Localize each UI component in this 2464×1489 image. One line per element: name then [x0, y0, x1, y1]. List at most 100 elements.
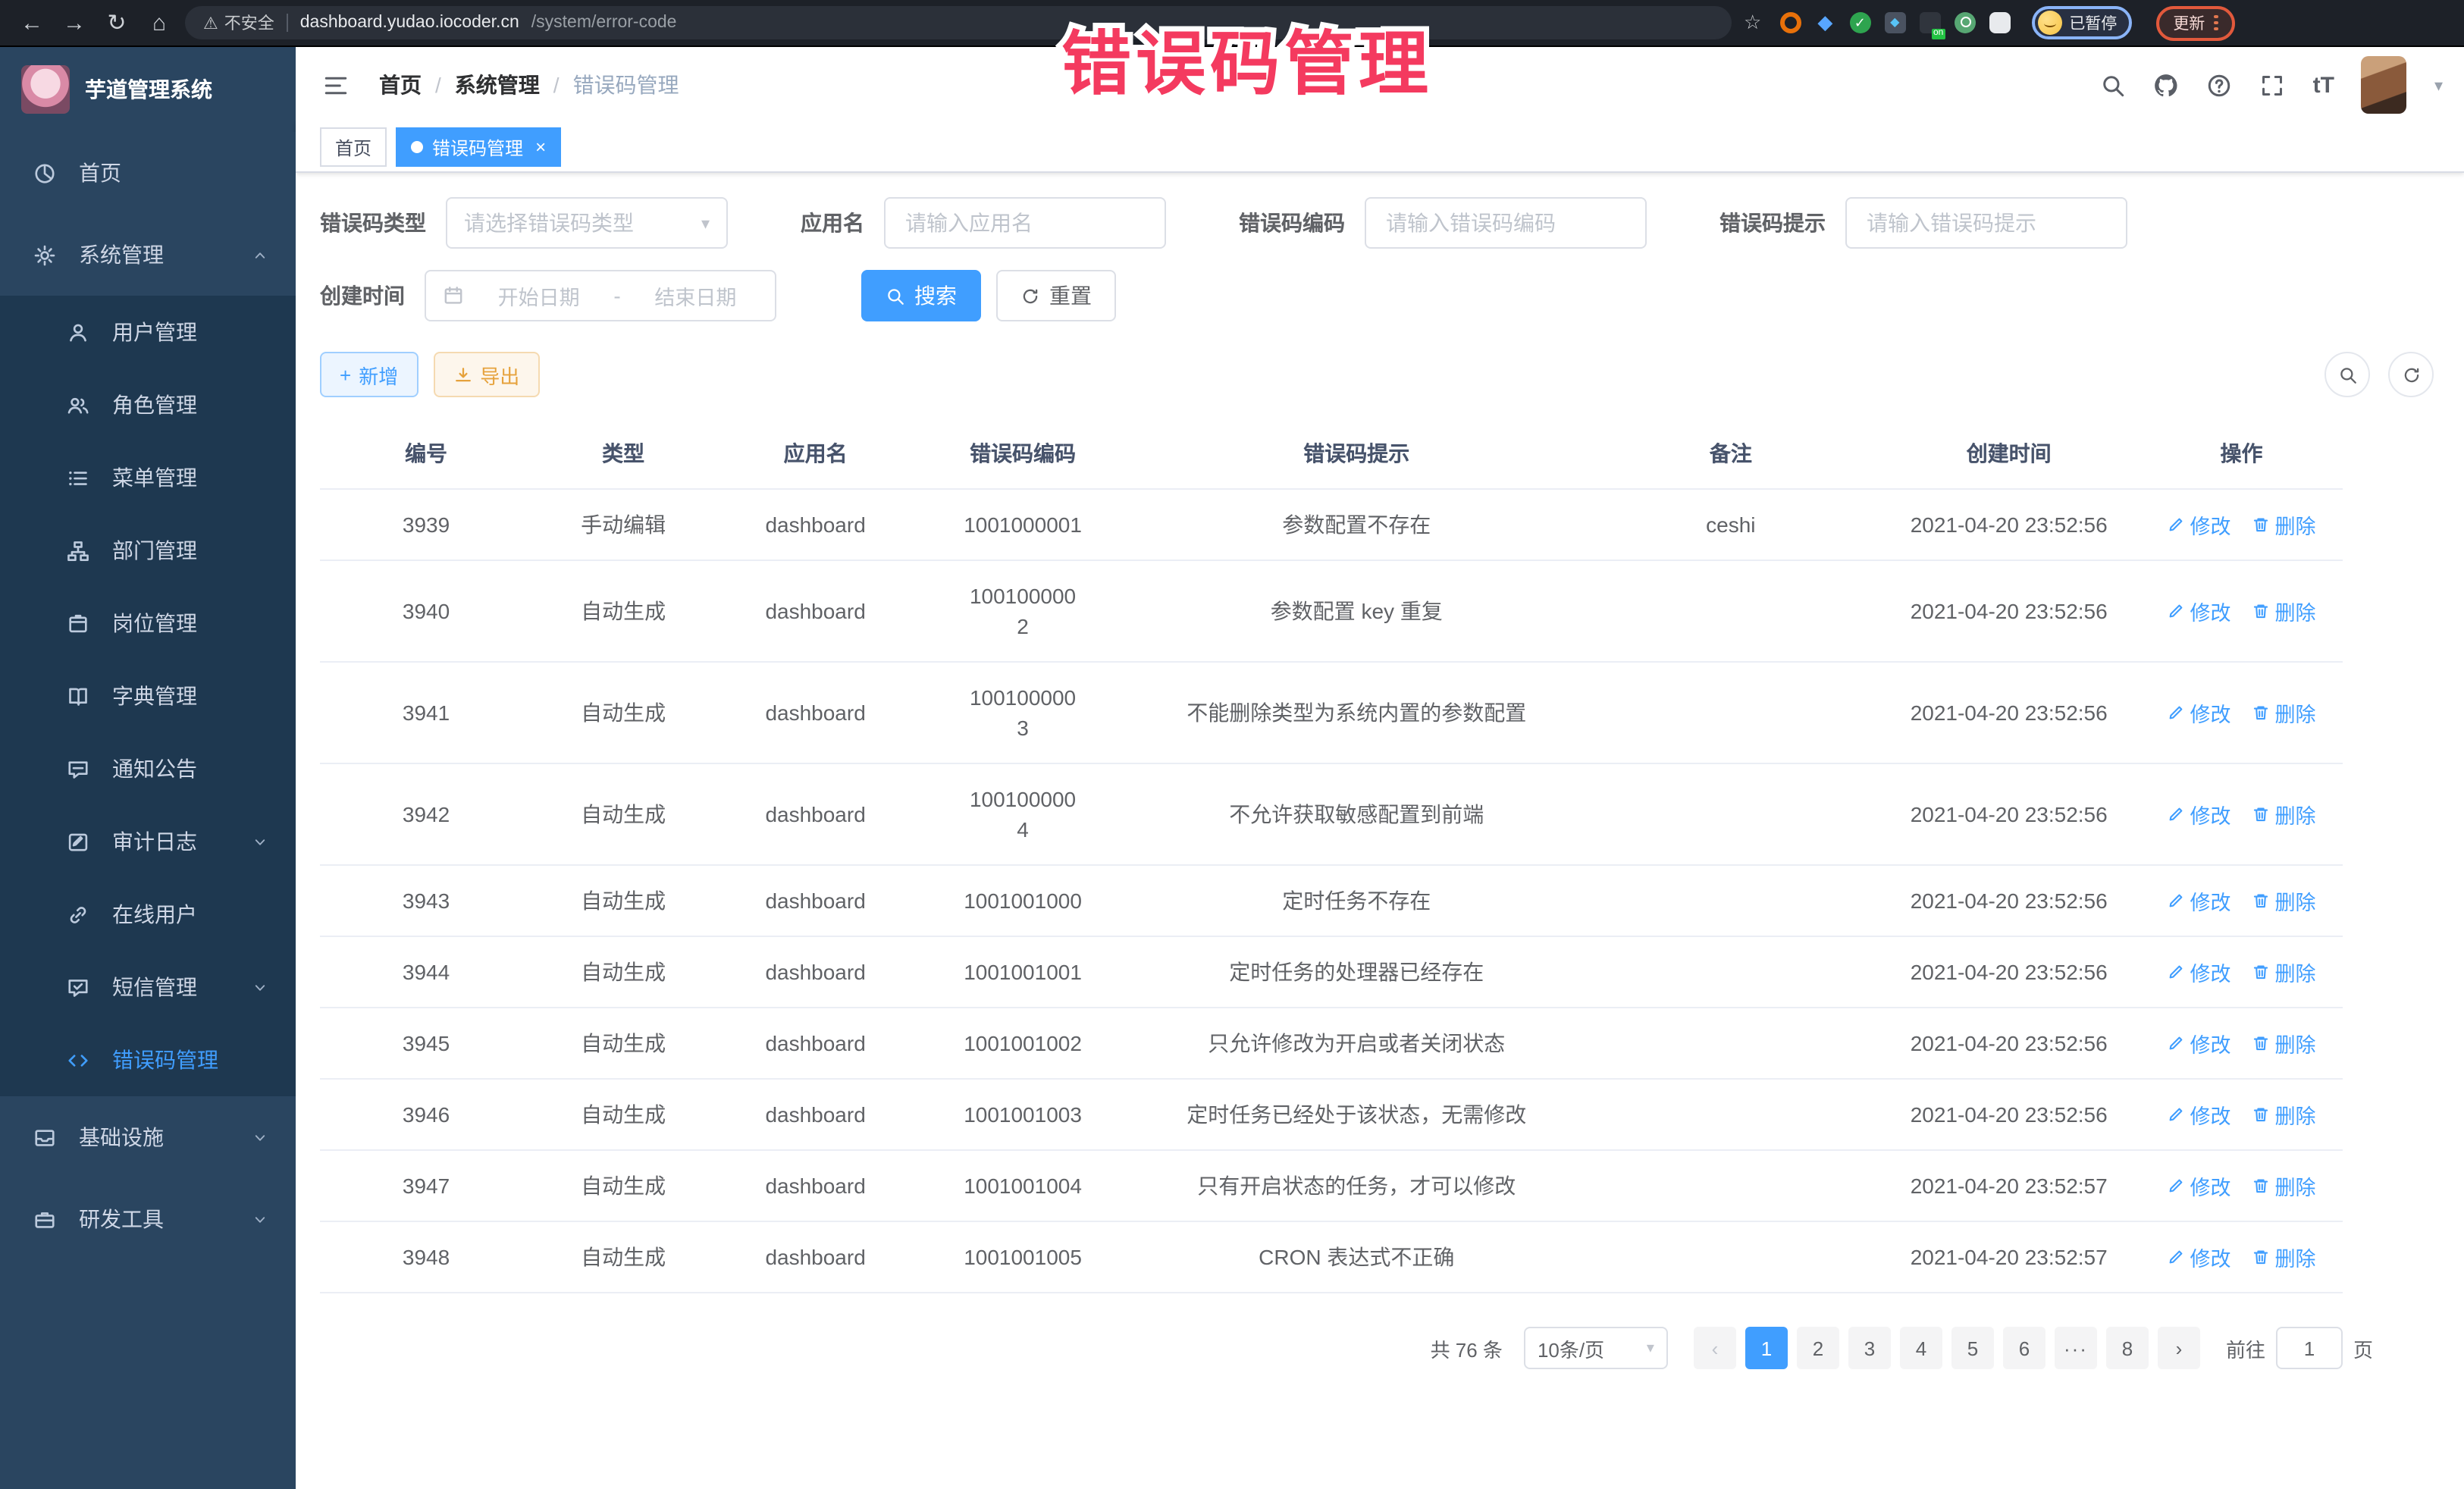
- sidebar-item-error-code[interactable]: 错误码管理: [0, 1023, 296, 1096]
- sidebar-item-users[interactable]: 角色管理: [0, 368, 296, 441]
- app-name-input[interactable]: [902, 209, 1148, 237]
- browser-reload-icon[interactable]: ↻: [100, 9, 133, 36]
- sidebar-item-announcement[interactable]: 通知公告: [0, 732, 296, 805]
- row-type: 自动生成: [532, 1150, 714, 1221]
- header-search-icon[interactable]: [2101, 72, 2127, 98]
- sidebar-item-dictionary-book[interactable]: 字典管理: [0, 660, 296, 732]
- next-page-button[interactable]: ›: [2158, 1327, 2200, 1369]
- row-code: 1001001000: [917, 865, 1129, 936]
- extension-on-badge-icon[interactable]: [1919, 12, 1940, 33]
- address-bar[interactable]: ⚠ 不安全 dashboard.yudao.iocoder.cn/system/…: [185, 6, 1732, 39]
- breadcrumb-home[interactable]: 首页: [379, 70, 422, 100]
- delete-link[interactable]: 删除: [2252, 1242, 2316, 1272]
- table-row: 3941自动生成dashboard100100000 3不能删除类型为系统内置的…: [320, 662, 2343, 763]
- toggle-search-button[interactable]: [2324, 352, 2370, 397]
- sidebar-item-audit-log[interactable]: 审计日志: [0, 805, 296, 878]
- row-type: 自动生成: [532, 1079, 714, 1150]
- row-id: 3940: [320, 560, 532, 662]
- refresh-table-button[interactable]: [2388, 352, 2434, 397]
- sidebar-item-department-tree[interactable]: 部门管理: [0, 514, 296, 587]
- page-more-button[interactable]: ···: [2055, 1327, 2097, 1369]
- edit-link[interactable]: 修改: [2168, 799, 2231, 829]
- user-avatar[interactable]: [2362, 56, 2407, 114]
- sidebar-logo[interactable]: 芋道管理系统: [0, 47, 296, 132]
- delete-link[interactable]: 删除: [2252, 1171, 2316, 1201]
- edit-link[interactable]: 修改: [2168, 697, 2231, 728]
- page-size-select[interactable]: 10条/页 ▾: [1524, 1327, 1668, 1369]
- delete-link[interactable]: 删除: [2252, 886, 2316, 916]
- delete-link[interactable]: 删除: [2252, 697, 2316, 728]
- security-chip[interactable]: ⚠ 不安全: [203, 11, 274, 35]
- sidebar-item-gear[interactable]: 系统管理: [0, 214, 296, 296]
- fullscreen-icon[interactable]: [2260, 72, 2286, 98]
- delete-link[interactable]: 删除: [2252, 799, 2316, 829]
- page-button-2[interactable]: 2: [1797, 1327, 1839, 1369]
- sidebar-item-infrastructure[interactable]: 基础设施: [0, 1096, 296, 1178]
- error-code-input[interactable]: [1383, 209, 1629, 237]
- search-button[interactable]: 搜索: [861, 270, 981, 321]
- delete-link[interactable]: 删除: [2252, 509, 2316, 540]
- extension-key-icon[interactable]: [1954, 12, 1975, 33]
- extension-grid-icon[interactable]: ◆: [1884, 12, 1905, 33]
- page-button-4[interactable]: 4: [1900, 1327, 1942, 1369]
- row-actions: 修改删除: [2140, 763, 2343, 865]
- export-button[interactable]: 导出: [433, 352, 539, 397]
- prev-page-button[interactable]: ‹: [1694, 1327, 1736, 1369]
- sidebar-item-post-badge[interactable]: 岗位管理: [0, 587, 296, 660]
- browser-back-icon[interactable]: ←: [15, 10, 49, 36]
- breadcrumb-system[interactable]: 系统管理: [455, 70, 540, 100]
- tag-error-code[interactable]: 错误码管理 ×: [396, 127, 561, 167]
- edit-link[interactable]: 修改: [2168, 1242, 2231, 1272]
- extensions-puzzle-icon[interactable]: [1989, 12, 2010, 33]
- edit-link[interactable]: 修改: [2168, 1028, 2231, 1058]
- browser-menu-icon[interactable]: [2214, 15, 2218, 31]
- sidebar-item-menu-list[interactable]: 菜单管理: [0, 441, 296, 514]
- bookmark-star-icon[interactable]: ☆: [1744, 11, 1761, 35]
- delete-link[interactable]: 删除: [2252, 596, 2316, 626]
- sidebar-item-dev-tools[interactable]: 研发工具: [0, 1178, 296, 1260]
- browser-forward-icon[interactable]: →: [58, 10, 91, 36]
- sidebar-item-dashboard[interactable]: 首页: [0, 132, 296, 214]
- chevron-down-icon: [252, 1129, 268, 1146]
- sidebar-item-online-users[interactable]: 在线用户: [0, 878, 296, 951]
- page-button-3[interactable]: 3: [1848, 1327, 1891, 1369]
- hamburger-icon[interactable]: [317, 72, 355, 98]
- browser-profile-chip[interactable]: 已暂停: [2031, 6, 2132, 39]
- page-button-8[interactable]: 8: [2106, 1327, 2149, 1369]
- search-button-icon: [886, 286, 905, 306]
- github-icon[interactable]: [2154, 72, 2180, 98]
- delete-link[interactable]: 删除: [2252, 957, 2316, 987]
- page-button-1[interactable]: 1: [1745, 1327, 1788, 1369]
- delete-link[interactable]: 删除: [2252, 1028, 2316, 1058]
- reset-button[interactable]: 重置: [996, 270, 1116, 321]
- date-range-picker[interactable]: 开始日期 - 结束日期: [425, 270, 776, 321]
- goto-page-input[interactable]: [2276, 1327, 2343, 1369]
- tag-close-icon[interactable]: ×: [535, 136, 546, 158]
- edit-link[interactable]: 修改: [2168, 886, 2231, 916]
- sidebar-item-user[interactable]: 用户管理: [0, 296, 296, 368]
- help-icon[interactable]: [2207, 72, 2233, 98]
- sidebar-item-sms[interactable]: 短信管理: [0, 951, 296, 1023]
- edit-link[interactable]: 修改: [2168, 1171, 2231, 1201]
- avatar-caret-icon[interactable]: ▾: [2434, 75, 2443, 95]
- extension-check-icon[interactable]: ✓: [1849, 12, 1870, 33]
- add-button[interactable]: + 新增: [320, 352, 418, 397]
- page-button-6[interactable]: 6: [2003, 1327, 2045, 1369]
- edit-link[interactable]: 修改: [2168, 957, 2231, 987]
- error-hint-input[interactable]: [1864, 209, 2109, 237]
- delete-link[interactable]: 删除: [2252, 1099, 2316, 1130]
- tag-home[interactable]: 首页: [320, 127, 387, 167]
- font-size-icon[interactable]: tT: [2313, 72, 2334, 98]
- extension-ring-icon[interactable]: [1779, 12, 1801, 33]
- pencil-icon: [2168, 963, 2186, 981]
- page-button-5[interactable]: 5: [1951, 1327, 1994, 1369]
- edit-link[interactable]: 修改: [2168, 1099, 2231, 1130]
- security-label: 不安全: [224, 11, 274, 35]
- browser-home-icon[interactable]: ⌂: [143, 10, 176, 36]
- edit-link[interactable]: 修改: [2168, 509, 2231, 540]
- extension-gem-icon[interactable]: ◆: [1814, 12, 1835, 33]
- row-app: dashboard: [714, 662, 917, 763]
- browser-update-button[interactable]: 更新: [2156, 5, 2234, 40]
- error-type-select[interactable]: 请选择错误码类型 ▾: [446, 197, 728, 249]
- edit-link[interactable]: 修改: [2168, 596, 2231, 626]
